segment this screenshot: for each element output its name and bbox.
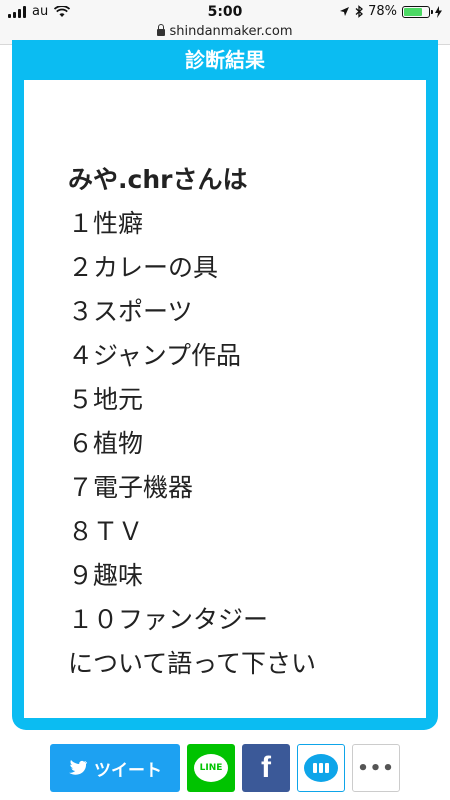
more-icon: •••	[357, 757, 395, 779]
share-bar: ツイート LINE f •••	[0, 744, 450, 794]
result-line: ６植物	[68, 429, 144, 458]
url-domain: shindanmaker.com	[169, 24, 293, 39]
battery-fill	[404, 7, 422, 16]
location-arrow-icon	[340, 7, 350, 16]
status-right: 78%	[339, 4, 442, 19]
result-line: ９趣味	[68, 561, 144, 590]
battery-percent: 78%	[368, 4, 397, 19]
status-bar: au 5:00 78%	[0, 0, 450, 24]
hatena-bookmark-button[interactable]	[297, 744, 345, 792]
result-line: １性癖	[68, 209, 144, 238]
result-list: みや.chrさんは １性癖 ２カレーの具 ３スポーツ ４ジャンプ作品 ５地元 ６…	[68, 158, 316, 686]
facebook-icon: f	[261, 751, 271, 784]
card-title: 診断結果	[185, 48, 265, 72]
result-line: ３スポーツ	[68, 297, 193, 326]
result-line: ７電子機器	[68, 473, 194, 502]
twitter-bird-icon	[69, 760, 87, 775]
result-line: ４ジャンプ作品	[68, 341, 242, 370]
battery-icon	[402, 5, 433, 18]
facebook-share-button[interactable]: f	[242, 744, 290, 792]
result-card: 診断結果 みや.chrさんは １性癖 ２カレーの具 ３スポーツ ４ジャンプ作品 …	[12, 40, 438, 730]
result-body: みや.chrさんは １性癖 ２カレーの具 ３スポーツ ４ジャンプ作品 ５地元 ６…	[24, 80, 426, 718]
charging-bolt-icon	[435, 5, 442, 18]
tweet-label: ツイート	[94, 760, 162, 781]
line-icon: LINE	[194, 754, 228, 782]
result-line: ２カレーの具	[68, 253, 219, 282]
result-line: について語って下さい	[68, 649, 317, 678]
more-share-button[interactable]: •••	[352, 744, 400, 792]
lock-icon	[157, 24, 166, 36]
hatena-bookmark-icon	[304, 754, 338, 782]
result-lead: みや.chrさんは	[68, 165, 248, 194]
line-share-button[interactable]: LINE	[187, 744, 235, 792]
result-line: １０ファンタジー	[68, 605, 269, 634]
result-line: ８ＴＶ	[68, 517, 144, 546]
bluetooth-icon	[355, 5, 364, 18]
result-line: ５地元	[68, 385, 144, 414]
tweet-button[interactable]: ツイート	[50, 744, 180, 792]
